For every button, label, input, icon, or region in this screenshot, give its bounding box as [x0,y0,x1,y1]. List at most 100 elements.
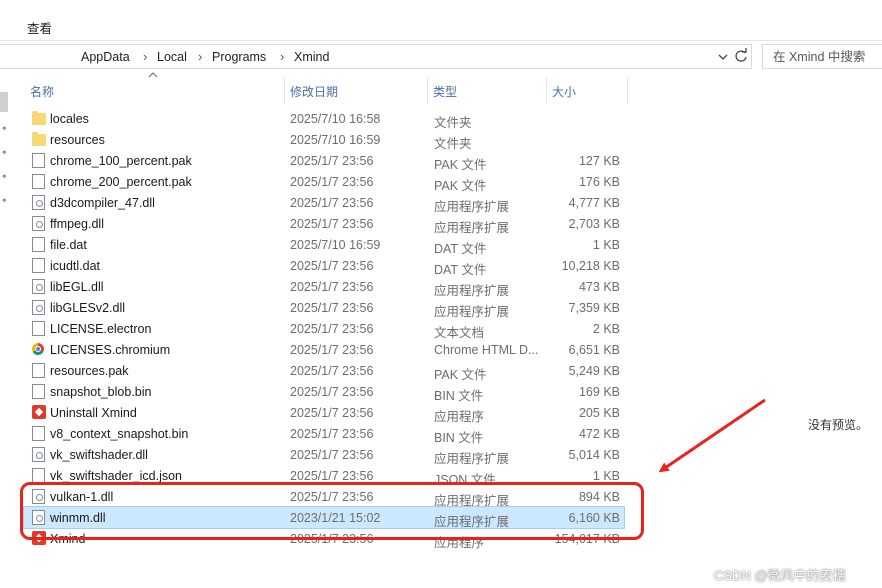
file-icon [32,321,45,336]
file-row[interactable]: file.dat 2025/7/10 16:59 DAT 文件 1 KB [24,234,624,256]
annotation-highlight-box [20,482,644,540]
breadcrumb-xmind[interactable]: Xmind [294,50,329,64]
file-size: 4,777 KB [568,196,620,210]
nav-selected-item[interactable] [0,92,8,112]
file-size: 169 KB [578,385,620,399]
file-name: locales [50,112,89,126]
file-icon [32,258,45,273]
file-modified-date: 2025/1/7 23:56 [290,385,374,399]
search-box[interactable] [762,44,882,69]
file-row[interactable]: chrome_100_percent.pak 2025/1/7 23:56 PAK … [24,150,624,172]
file-modified-date: 2025/1/7 23:56 [290,448,374,462]
file-modified-date: 2025/1/7 23:56 [290,301,374,315]
file-size: 2,703 KB [568,217,620,231]
file-modified-date: 2025/7/10 16:59 [290,238,381,252]
column-header-type[interactable]: 类型 [428,76,546,104]
column-divider[interactable] [627,78,628,104]
breadcrumb-separator-icon[interactable]: › [280,49,284,64]
search-input[interactable] [771,49,882,65]
file-modified-date: 2025/1/7 23:56 [290,259,374,273]
file-size: 1 KB [592,469,620,483]
folder-icon [32,132,46,146]
file-size: 473 KB [578,280,620,294]
file-row[interactable]: snapshot_blob.bin 2025/1/7 23:56 BIN 文件 169… [24,381,624,403]
file-row[interactable]: Uninstall Xmind 2025/1/7 23:56 应用程序 205 KB [24,402,624,424]
pin-icon: ✦ [1,124,8,133]
navigation-pane[interactable]: ✦ ✦ ✦ ✦ [0,70,8,588]
file-size: 205 KB [578,406,620,420]
file-name: file.dat [50,238,87,252]
file-name: ffmpeg.dll [50,217,104,231]
address-row: AppData › Local › Programs › Xmind [0,44,882,70]
file-name: resources [50,133,105,147]
column-header-modified[interactable]: 修改日期 [285,76,427,104]
file-icon [32,363,45,378]
file-modified-date: 2025/1/7 23:56 [290,469,374,483]
file-size: 6,651 KB [568,343,620,357]
file-size: 472 KB [578,427,620,441]
file-modified-date: 2025/7/10 16:59 [290,133,381,147]
file-icon [32,153,45,168]
file-name: icudtl.dat [50,259,101,273]
file-name: chrome_100_percent.pak [50,154,192,168]
file-row[interactable]: locales 2025/7/10 16:58 文件夹 [24,108,624,130]
file-name: LICENSE.electron [50,322,152,336]
file-modified-date: 2025/1/7 23:56 [290,217,374,231]
file-modified-date: 2025/1/7 23:56 [290,364,374,378]
file-row[interactable]: chrome_200_percent.pak 2025/1/7 23:56 PAK … [24,171,624,193]
file-modified-date: 2025/1/7 23:56 [290,427,374,441]
column-header-name[interactable]: 名称 [24,76,284,104]
file-row[interactable]: libEGL.dll 2025/1/7 23:56 应用程序扩展 473 KB [24,276,624,298]
watermark: CSDN @微风中的麦穗 [714,568,846,583]
file-name: libEGL.dll [50,280,104,294]
file-modified-date: 2025/1/7 23:56 [290,406,374,420]
file-size: 127 KB [578,154,620,168]
file-icon [32,237,45,252]
file-row[interactable]: vk_swiftshader.dll 2025/1/7 23:56 应用程序扩展 5,… [24,444,624,466]
breadcrumb-separator-icon[interactable]: › [198,49,202,64]
file-name: LICENSES.chromium [50,343,171,357]
refresh-icon[interactable] [733,48,749,66]
file-name: vk_swiftshader.dll [50,448,148,462]
file-row[interactable]: icudtl.dat 2025/1/7 23:56 DAT 文件 10,218 KB [24,255,624,277]
file-row[interactable]: libGLESv2.dll 2025/1/7 23:56 应用程序扩展 7,359 K… [24,297,624,319]
file-name: Uninstall Xmind [50,406,137,420]
file-modified-date: 2025/1/7 23:56 [290,154,374,168]
breadcrumb-local[interactable]: Local [157,50,187,64]
file-name: chrome_200_percent.pak [50,175,192,189]
app-icon [32,405,46,419]
address-bar[interactable]: AppData › Local › Programs › Xmind [0,44,752,69]
tab-view[interactable]: 查看 [27,18,52,37]
file-modified-date: 2025/1/7 23:56 [290,322,374,336]
file-size: 2 KB [592,322,620,336]
file-row[interactable]: v8_context_snapshot.bin 2025/1/7 23:56 BIN… [24,423,624,445]
file-name: resources.pak [50,364,129,378]
column-header-size[interactable]: 大小 [547,76,627,104]
file-row[interactable]: ffmpeg.dll 2025/1/7 23:56 应用程序扩展 2,703 KB [24,213,624,235]
dll-icon [32,216,45,231]
breadcrumb-programs[interactable]: Programs [212,50,266,64]
chrome-icon [32,343,44,355]
file-size: 176 KB [578,175,620,189]
file-modified-date: 2025/1/7 23:56 [290,196,374,210]
file-modified-date: 2025/1/7 23:56 [290,175,374,189]
pin-icon: ✦ [1,148,8,157]
file-row[interactable]: d3dcompiler_47.dll 2025/1/7 23:56 应用程序扩展 4,… [24,192,624,214]
dll-icon [32,195,45,210]
file-row[interactable]: resources.pak 2025/1/7 23:56 PAK 文件 5,249 K… [24,360,624,382]
file-row[interactable]: LICENSES.chromium 2025/1/7 23:56 Chrome HT… [24,339,624,360]
dll-icon [32,447,45,462]
file-row[interactable]: resources 2025/7/10 16:59 文件夹 [24,129,624,151]
file-icon [32,426,45,441]
breadcrumb-appdata[interactable]: AppData [81,50,130,64]
file-type: Chrome HTML D... [434,343,539,357]
pin-icon: ✦ [1,172,8,181]
address-history-chevron-down-icon[interactable] [716,49,730,65]
file-row[interactable]: LICENSE.electron 2025/1/7 23:56 文本文档 2 KB [24,318,624,340]
folder-icon [32,111,46,125]
file-size: 5,014 KB [568,448,620,462]
file-size: 10,218 KB [561,259,620,273]
file-size: 7,359 KB [568,301,620,315]
file-modified-date: 2025/7/10 16:58 [290,112,381,126]
breadcrumb-separator-icon[interactable]: › [143,49,147,64]
